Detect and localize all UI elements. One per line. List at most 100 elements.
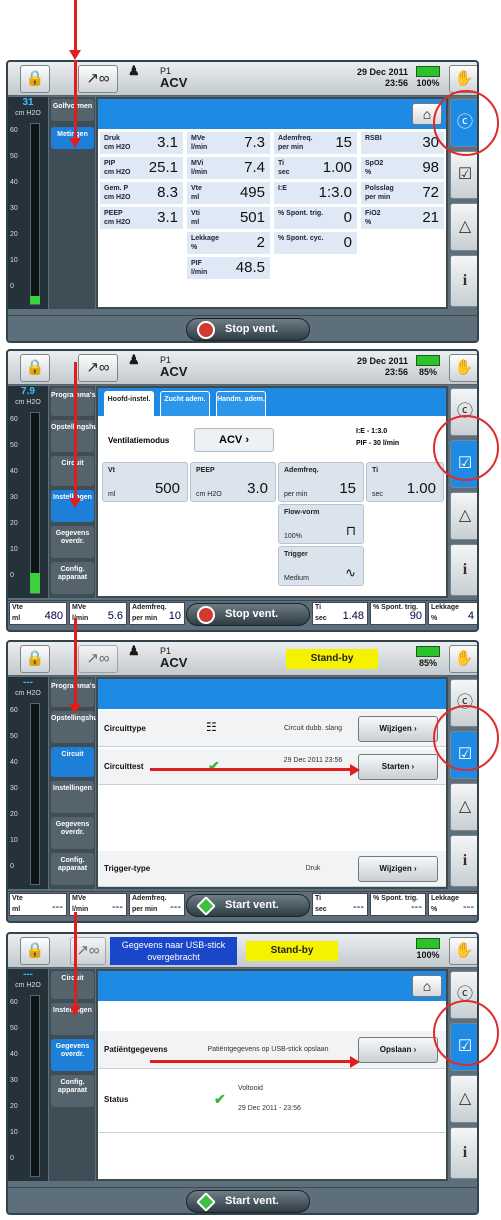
bell-icon[interactable]: △ [450, 1075, 477, 1123]
subtab-hoofd-instel[interactable]: Hoofd-instel. [104, 391, 154, 416]
measurement-cell: % Spont. trig. 0 [273, 206, 358, 230]
tab-golfvormen[interactable]: Golfvormen [51, 99, 94, 121]
measurement-label: Ademfreq. [278, 135, 313, 142]
lock-button[interactable]: 🔒 [20, 65, 50, 93]
measurement-cell: I:E 1:3.0 [273, 181, 358, 205]
lock-button[interactable]: 🔒 [20, 645, 50, 673]
lungs-home-button[interactable]: ↗∞ [78, 645, 118, 673]
tab-column: Programma's Opstellingshulp Circuit Inst… [49, 386, 104, 598]
pressure-fill [30, 296, 40, 304]
battery-icon [416, 646, 440, 657]
measurement-value: 1:3.0 [318, 184, 352, 201]
starten-button[interactable]: Starten › [358, 754, 438, 780]
pif-info: PIF - 30 l/min [356, 440, 400, 447]
measurement-label: MVe [191, 135, 206, 142]
tick: 0 [10, 572, 14, 579]
tab-opstellingshulp[interactable]: Opstellingshulp [51, 420, 104, 452]
alarm-silence-button[interactable]: ✋ [449, 645, 477, 673]
pressure-bar [30, 412, 40, 594]
row-trigger-type: Trigger-type Druk Wijzigen › [98, 851, 446, 887]
measurement-value: 15 [335, 134, 352, 151]
lock-button[interactable]: 🔒 [20, 354, 50, 382]
alarm-silence-button[interactable]: ✋ [449, 65, 477, 93]
wijzigen-button[interactable]: Wijzigen › [358, 716, 438, 742]
tick: 60 [10, 416, 18, 423]
tab-config-apparaat[interactable]: Config. apparaat [51, 562, 94, 594]
info-icon[interactable]: i [450, 544, 477, 596]
measurement-unit: per min [278, 144, 304, 151]
tab-circuit[interactable]: Circuit [51, 456, 94, 486]
info-icon[interactable]: i [450, 1127, 477, 1179]
lungs-home-button[interactable]: ↗∞ [78, 65, 118, 93]
tab-programmas[interactable]: Programma's [51, 679, 95, 707]
mini-vte: Vte ml --- [9, 893, 67, 916]
subtab-handm[interactable]: Handm. adem. [216, 391, 266, 416]
bell-icon[interactable]: △ [450, 492, 477, 540]
tab-circuit[interactable]: Circuit [51, 747, 94, 777]
measurement-label: I:E [278, 185, 287, 192]
home-icon[interactable]: ⌂ [412, 975, 442, 997]
opslaan-button[interactable]: Opslaan › [358, 1037, 438, 1063]
top-bar: 🔒 ↗∞ ♟ P1 ACV Stand-by 85% ✋ [8, 642, 477, 676]
person-icon: ♟ [128, 643, 140, 658]
measurement-unit: cm H2O [104, 194, 131, 201]
setting-ti[interactable]: Ti sec 1.00 [366, 462, 444, 502]
stop-vent-button[interactable]: Stop vent. [186, 603, 310, 626]
alarm-silence-button[interactable]: ✋ [449, 354, 477, 382]
info-icon[interactable]: i [450, 255, 477, 307]
start-vent-button[interactable]: Start vent. [186, 1190, 310, 1213]
tab-gegevens-overdr[interactable]: Gegevens overdr. [51, 1039, 94, 1071]
bottom-bar: Start vent. [8, 1187, 477, 1213]
row-value: 29 Dec 2011 23:56 [283, 757, 343, 764]
lock-button[interactable]: 🔒 [20, 937, 50, 965]
settings-panel: Hoofd-instel. Zucht adem. Handm. adem. V… [96, 386, 448, 598]
lungs-home-button[interactable]: ↗∞ [78, 354, 118, 382]
bell-icon[interactable]: △ [450, 783, 477, 831]
mini-spont-trig: % Spont. trig. 90 [370, 602, 426, 625]
battery-indicator: 100% [412, 938, 444, 960]
tick: 60 [10, 707, 18, 714]
measurement-unit: % [365, 219, 372, 226]
measurement-cell: Druk cm H2O 3.1 [99, 131, 184, 155]
info-icon[interactable]: i [450, 835, 477, 887]
annotation-arrow [74, 618, 77, 706]
setting-flowvorm[interactable]: Flow-vorm 100% ⊓ [278, 504, 364, 544]
tab-gegevens-overdr[interactable]: Gegevens overdr. [51, 526, 94, 558]
tick: 20 [10, 520, 18, 527]
measurement-value: 8.3 [157, 184, 178, 201]
tab-programmas[interactable]: Programma's [51, 388, 95, 416]
ventilatiemodus-select[interactable]: ACV › [194, 428, 274, 452]
subtab-zucht[interactable]: Zucht adem. [160, 391, 210, 416]
tick: 50 [10, 733, 18, 740]
tab-opstellingshulp[interactable]: Opstellingshulp [51, 711, 104, 743]
bell-icon[interactable]: △ [450, 203, 477, 251]
measurement-cell: RSBI 30 [360, 131, 445, 155]
alarm-silence-button[interactable]: ✋ [449, 937, 477, 965]
mini-ti: Ti sec --- [312, 893, 368, 916]
measurement-cell: Vti ml 501 [186, 206, 271, 230]
tab-config-apparaat[interactable]: Config. apparaat [51, 1075, 94, 1107]
pressure-value: --- cm H2O [15, 969, 41, 989]
row-circuittype: Circuittype ☷ Circuit dubb. slang Wijzig… [98, 711, 446, 747]
patient-mode: ♟ [128, 643, 140, 658]
measurement-label: MVi [191, 160, 204, 167]
tab-gegevens-overdr[interactable]: Gegevens overdr. [51, 817, 94, 849]
wijzigen-button[interactable]: Wijzigen › [358, 856, 438, 882]
measurement-unit: % [191, 244, 198, 251]
stop-vent-button[interactable]: Stop vent. [186, 318, 310, 341]
tick: 10 [10, 837, 18, 844]
bottom-bar: Vte ml 480 MVe l/min 5.6 Ademfreq. per min 10 … [8, 600, 477, 630]
setting-vt[interactable]: Vt ml 500 [102, 462, 188, 502]
setting-trigger[interactable]: Trigger Medium ∿ [278, 546, 364, 586]
mini-spont-trig: % Spont. trig. --- [370, 893, 426, 916]
measurement-value: 48.5 [235, 259, 265, 276]
tick: 30 [10, 205, 18, 212]
tick: 30 [10, 1077, 18, 1084]
tab-circuit[interactable]: Circuit [51, 971, 94, 999]
settings-icon[interactable]: ☑ [450, 151, 477, 199]
start-vent-button[interactable]: Start vent. [186, 894, 310, 917]
tab-instellingen[interactable]: Instellingen [51, 781, 94, 813]
setting-ademfreq[interactable]: Ademfreq. per min 15 [278, 462, 364, 502]
tab-config-apparaat[interactable]: Config. apparaat [51, 853, 94, 885]
setting-peep[interactable]: PEEP cm H2O 3.0 [190, 462, 276, 502]
